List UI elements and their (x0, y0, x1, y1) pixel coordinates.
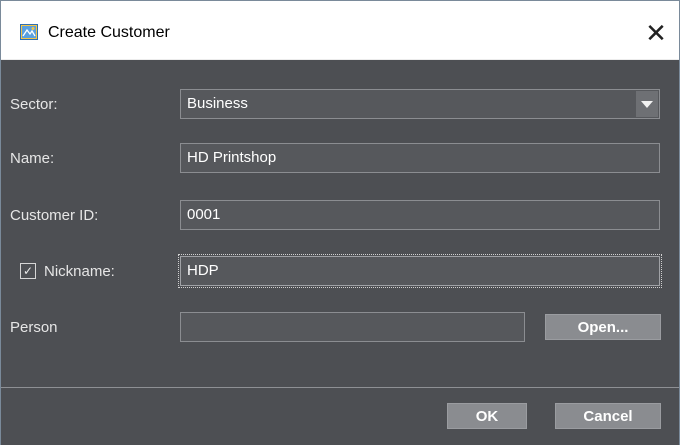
name-input[interactable]: HD Printshop (180, 143, 660, 173)
create-customer-dialog: Create Customer ✕ Sector: Business Name:… (0, 0, 680, 445)
sector-label: Sector: (10, 96, 58, 113)
nickname-label: Nickname: (44, 263, 115, 280)
sector-value: Business (187, 95, 248, 112)
nickname-checkbox[interactable]: ✓ (20, 263, 36, 279)
name-label: Name: (10, 150, 55, 167)
close-icon: ✕ (645, 17, 667, 48)
nickname-input[interactable]: HDP (178, 254, 662, 288)
open-button[interactable]: Open... (545, 314, 661, 340)
ok-button[interactable]: OK (447, 403, 527, 429)
check-icon: ✓ (22, 264, 34, 278)
title-bar: Create Customer ✕ (1, 1, 679, 60)
customer-id-label: Customer ID: (10, 207, 99, 224)
customer-id-input[interactable]: 0001 (180, 200, 660, 230)
cancel-button[interactable]: Cancel (555, 403, 661, 429)
close-button[interactable]: ✕ (633, 15, 679, 51)
sector-dropdown[interactable]: Business (180, 89, 660, 119)
chevron-down-icon (641, 100, 653, 108)
person-label: Person (10, 319, 58, 336)
dialog-footer: OK Cancel (1, 387, 679, 445)
window-title: Create Customer (48, 24, 170, 41)
person-input[interactable] (180, 312, 525, 342)
app-icon (20, 24, 38, 40)
form-area: Sector: Business Name: HD Printshop Cust… (1, 60, 679, 387)
dropdown-arrow-button[interactable] (636, 91, 658, 117)
